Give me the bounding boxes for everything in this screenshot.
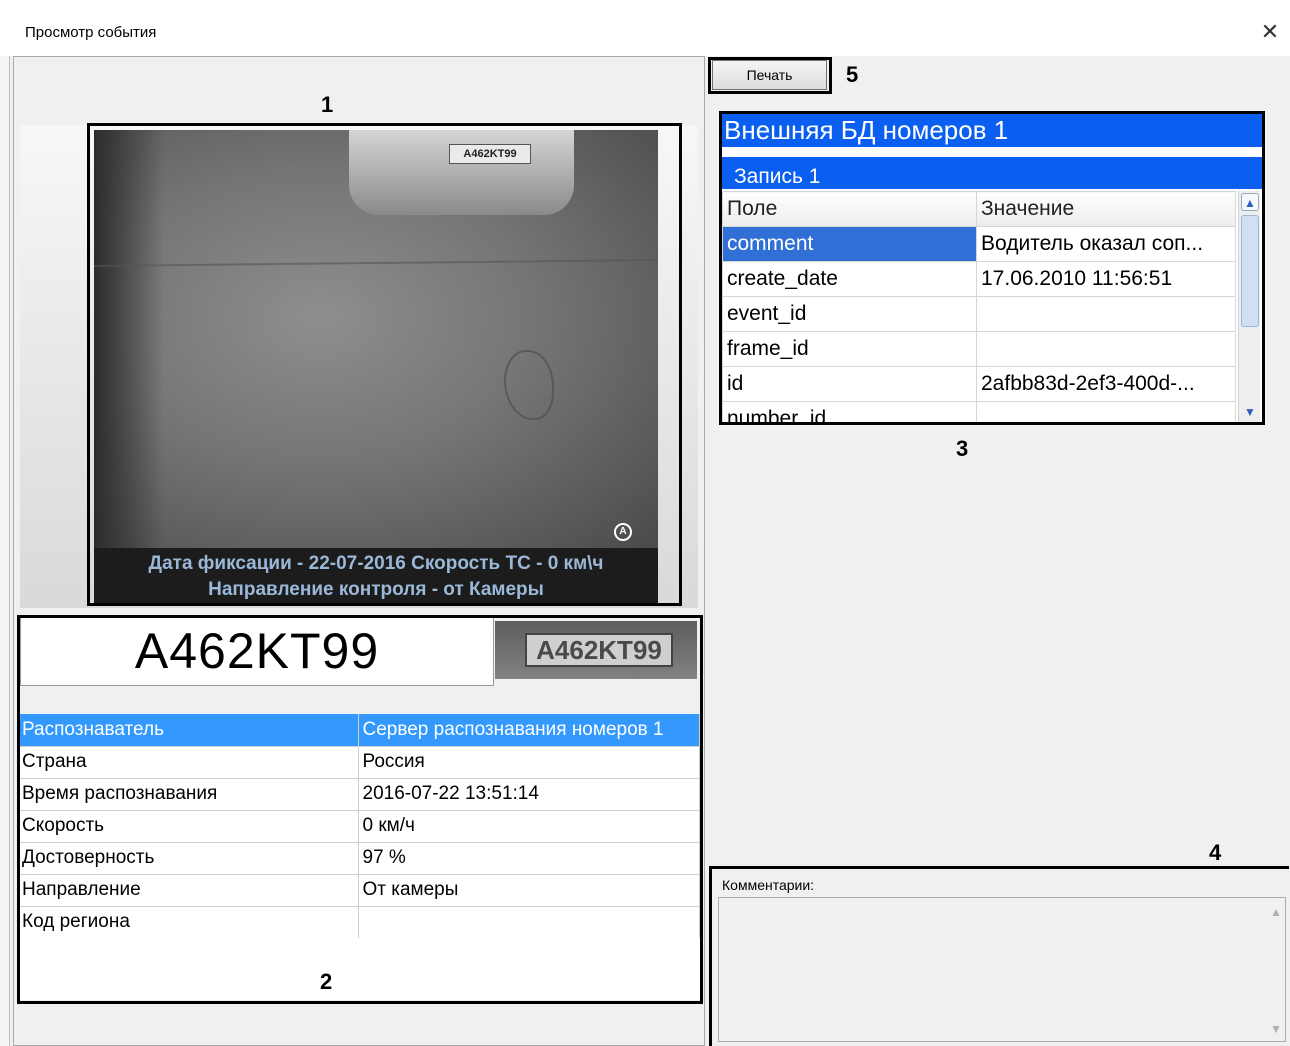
- callout-box-4: [709, 866, 1289, 1046]
- window-title: Просмотр события: [25, 24, 157, 41]
- callout-box-3: [719, 111, 1265, 425]
- callout-number-3: 3: [956, 436, 969, 461]
- callout-number-2: 2: [320, 969, 333, 994]
- callout-number-1: 1: [321, 92, 334, 117]
- close-icon[interactable]: ✕: [1256, 18, 1284, 46]
- callout-box-1: [87, 123, 682, 606]
- callout-number-5: 5: [846, 62, 859, 87]
- callout-number-4: 4: [1209, 840, 1222, 865]
- callout-box-2: [17, 615, 703, 1004]
- window-left-edge: [0, 0, 10, 1046]
- title-bar: Просмотр события ✕: [0, 0, 1290, 56]
- callout-box-5: [708, 57, 832, 94]
